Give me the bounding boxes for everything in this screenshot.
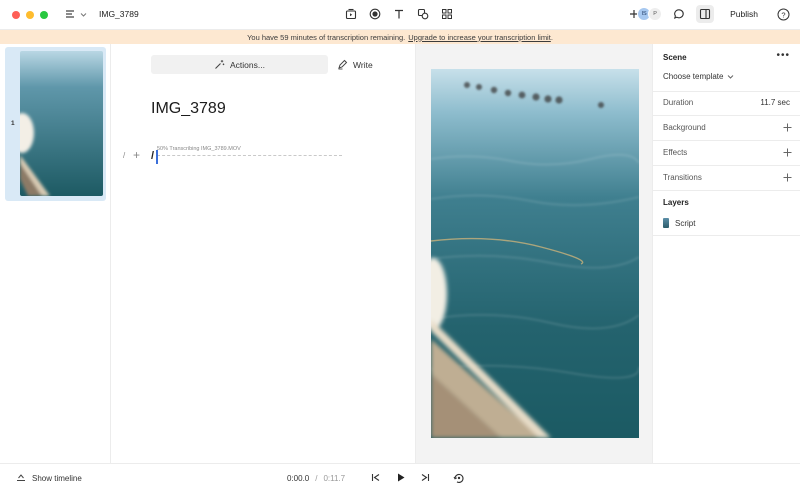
record-button[interactable] [368, 7, 382, 21]
text-cursor [156, 150, 158, 164]
plus-icon [783, 173, 792, 182]
layer-name: Script [675, 218, 696, 228]
toggle-sidebar-button[interactable] [696, 5, 715, 23]
document-title[interactable]: IMG_3789 [99, 9, 139, 19]
document-menu-icon [66, 10, 74, 18]
choose-template-label: Choose template [663, 72, 724, 81]
grid-button[interactable] [440, 7, 454, 21]
transitions-section[interactable]: Transitions [653, 166, 800, 191]
add-transition-button[interactable] [783, 173, 792, 183]
time-separator: / [315, 474, 318, 483]
transcription-banner: You have 59 minutes of transcription rem… [0, 30, 800, 44]
text-button[interactable] [392, 7, 406, 21]
close-window-button[interactable] [12, 11, 20, 19]
transcription-progress-line [157, 155, 342, 156]
banner-suffix: . [550, 32, 553, 42]
loop-icon [453, 473, 464, 483]
scene-thumbnail-image [20, 51, 103, 196]
background-label: Background [663, 123, 706, 132]
playback-time: 0:00.0 / 0:11.7 [287, 474, 345, 483]
show-timeline-button[interactable]: Show timeline [16, 473, 82, 483]
transcription-status: 50% Transcribing IMG_3789.MOV [157, 146, 241, 152]
layers-heading: Layers [663, 198, 689, 207]
skip-forward-icon[interactable] [420, 472, 431, 483]
upgrade-link[interactable]: Upgrade to increase your transcription l… [408, 33, 551, 42]
avatar[interactable]: P [648, 7, 663, 21]
script-title[interactable]: IMG_3789 [151, 100, 226, 118]
record-icon [369, 8, 381, 20]
scene-thumbnail[interactable]: 1 [5, 47, 106, 201]
video-preview[interactable] [431, 69, 639, 438]
comments-button[interactable] [670, 5, 688, 23]
shapes-button[interactable] [416, 7, 430, 21]
document-menu-button[interactable] [64, 8, 87, 20]
duration-label: Duration [663, 98, 694, 107]
timeline-icon [17, 474, 25, 481]
text-icon [395, 9, 403, 19]
banner-message: You have 59 minutes of transcription rem… [247, 32, 406, 42]
choose-template-dropdown[interactable]: Choose template [663, 72, 734, 81]
layers-section: Layers [653, 191, 800, 236]
effects-section[interactable]: Effects [653, 141, 800, 166]
loop-button[interactable] [453, 472, 465, 487]
water-preview-image [431, 69, 639, 438]
effects-label: Effects [663, 148, 688, 157]
help-icon: ? [777, 8, 789, 20]
actions-label: Actions... [230, 59, 265, 70]
publish-button[interactable]: Publish [722, 6, 766, 22]
editor-input-text[interactable]: / [151, 150, 154, 162]
help-button[interactable]: ? [774, 5, 792, 23]
script-editor: Actions... Write IMG_3789 50% Transcribi… [111, 44, 415, 463]
insert-toolbar [344, 7, 454, 21]
add-effect-button[interactable] [783, 148, 792, 158]
chevron-down-icon [80, 12, 87, 17]
grid-icon [442, 9, 452, 19]
actions-button[interactable]: Actions... [151, 55, 328, 74]
water-thumbnail [20, 51, 103, 196]
transitions-label: Transitions [663, 173, 702, 182]
window-controls [12, 11, 48, 19]
title-bar: IMG_3789 IS P Publish ? [0, 0, 800, 30]
magic-wand-icon [215, 60, 225, 69]
sidebar-icon [700, 8, 711, 20]
minimize-window-button[interactable] [26, 11, 34, 19]
current-time: 0:00.0 [287, 474, 310, 483]
properties-panel: Scene ••• Choose template Duration 11.7 … [653, 44, 800, 463]
command-hint[interactable]: / [123, 151, 125, 160]
scene-heading: Scene [663, 53, 687, 62]
canvas-area [415, 44, 653, 463]
write-label: Write [353, 59, 373, 70]
skip-back-icon[interactable] [370, 472, 381, 483]
background-section[interactable]: Background [653, 116, 800, 141]
scene-section: Scene ••• Choose template [653, 44, 800, 92]
duration-section: Duration 11.7 sec [653, 92, 800, 116]
duration-value[interactable]: 11.7 sec [760, 98, 790, 107]
write-button[interactable]: Write [337, 55, 373, 74]
transport-controls [370, 472, 431, 483]
play-icon[interactable] [395, 472, 406, 483]
scenes-panel: 1 [0, 44, 111, 463]
show-timeline-label: Show timeline [32, 473, 82, 483]
comment-icon [674, 9, 684, 19]
plus-icon [783, 123, 792, 132]
chevron-down-icon [728, 75, 734, 79]
zoom-window-button[interactable] [40, 11, 48, 19]
help-glyph: ? [781, 10, 785, 19]
plus-icon [783, 148, 792, 157]
header-actions: IS P Publish ? [628, 5, 792, 23]
collaborators[interactable]: IS P [628, 7, 663, 21]
timeline-bar: Show timeline 0:00.0 / 0:11.7 [0, 463, 800, 492]
shapes-icon [417, 8, 429, 20]
add-block-button[interactable]: + [133, 148, 140, 162]
total-time: 0:11.7 [323, 474, 346, 483]
pen-icon [338, 59, 348, 70]
insert-media-button[interactable] [344, 7, 358, 21]
layer-item-script[interactable]: Script [663, 218, 695, 228]
media-icon [345, 8, 357, 20]
more-options-button[interactable]: ••• [776, 50, 790, 61]
layer-thumbnail-icon [663, 218, 669, 228]
scene-number: 1 [11, 120, 15, 127]
add-background-button[interactable] [783, 123, 792, 133]
